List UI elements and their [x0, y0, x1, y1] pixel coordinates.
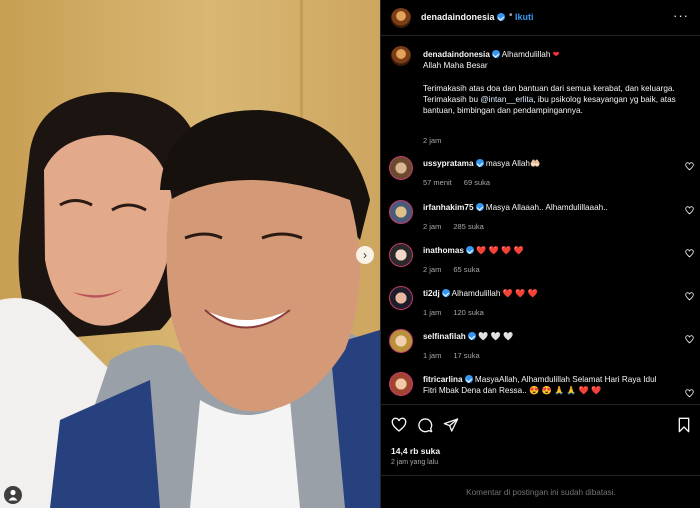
mention-link[interactable]: @intan__erlita: [480, 95, 533, 104]
share-icon[interactable]: [443, 417, 459, 433]
tag-user-icon[interactable]: [4, 486, 22, 504]
commenter-avatar[interactable]: [389, 156, 413, 180]
commenter-username[interactable]: ussypratama: [423, 159, 474, 168]
caption-username[interactable]: denadaindonesia: [423, 50, 490, 59]
verified-badge-icon: [465, 246, 474, 254]
comment-meta: 1 jam 17 suka: [423, 351, 480, 360]
comment-item: inathomas ❤️ ❤️ ❤️ ❤️ 2 jam 65 suka: [381, 243, 700, 279]
next-arrow-icon[interactable]: ›: [356, 246, 374, 264]
comments-closed-notice: Komentar di postingan ini sudah dibatasi…: [381, 475, 700, 508]
verified-badge-icon: [441, 289, 450, 297]
verified-badge-icon: [491, 50, 500, 58]
comment-text: ussypratama masya Allah🤲🏻: [423, 158, 671, 169]
comment-item: irfanhakim75 Masya Allaaah.. Alhamdulill…: [381, 200, 700, 236]
likes-count[interactable]: 14,4 rb suka: [391, 446, 440, 456]
comment-body: ❤️ ❤️ ❤️ ❤️: [476, 246, 524, 255]
comment-text: fitricarlina MasyaAllah, Alhamdulillah S…: [423, 374, 671, 396]
commenter-avatar[interactable]: [389, 200, 413, 224]
author-username[interactable]: denadaindonesia: [421, 12, 505, 22]
comment-icon[interactable]: [417, 417, 433, 433]
selfie-image: [0, 0, 380, 508]
comment-item: ti2dj Alhamdulillah ❤️ ❤️ ❤️ 1 jam 120 su…: [381, 286, 700, 322]
caption-line1: Alhamdulillah: [501, 50, 551, 59]
commenter-avatar[interactable]: [389, 372, 413, 396]
comment-text: irfanhakim75 Masya Allaaah.. Alhamdulill…: [423, 202, 671, 213]
comment-body: 🤍 🤍 🤍: [478, 332, 514, 341]
caption-avatar[interactable]: [391, 46, 411, 66]
comment-item: selfinafilah 🤍 🤍 🤍 1 jam 17 suka: [381, 329, 700, 365]
commenter-username[interactable]: ti2dj: [423, 289, 440, 298]
post-photo[interactable]: ›: [0, 0, 380, 508]
comment-meta: 1 jam 120 suka: [423, 308, 484, 317]
commenter-avatar[interactable]: [389, 329, 413, 353]
verified-badge-icon: [496, 13, 505, 21]
heart-outline-icon[interactable]: [685, 162, 694, 171]
posted-time: 2 jam yang lalu: [391, 459, 439, 466]
caption-text: denadaindonesia Alhamdulillah ❤ Allah Ma…: [423, 50, 676, 116]
verified-badge-icon: [467, 332, 476, 340]
header-separator: •: [509, 10, 513, 21]
heart-outline-icon[interactable]: [391, 417, 407, 433]
commenter-username[interactable]: selfinafilah: [423, 332, 466, 341]
post-actions: 14,4 rb suka 2 jam yang lalu Komentar di…: [381, 404, 700, 508]
caption-para1: Terimakasih atas doa dan bantuan dari se…: [423, 83, 675, 93]
comment-body: masya Allah🤲🏻: [485, 159, 541, 168]
verified-badge-icon: [475, 159, 484, 167]
heart-outline-icon[interactable]: [685, 249, 694, 258]
comment-body: Alhamdulillah ❤️ ❤️ ❤️: [451, 289, 538, 298]
commenter-username[interactable]: inathomas: [423, 246, 464, 255]
follow-button[interactable]: Ikuti: [515, 12, 534, 22]
comment-meta: 2 jam 285 suka: [423, 222, 484, 231]
verified-badge-icon: [475, 203, 484, 211]
commenter-avatar[interactable]: [389, 243, 413, 267]
caption-para2-start: Terimakasih bu: [423, 94, 481, 104]
comment-meta: 2 jam 65 suka: [423, 265, 480, 274]
heart-outline-icon[interactable]: [685, 335, 694, 344]
caption-line2: Allah Maha Besar: [423, 61, 488, 71]
heart-outline-icon[interactable]: [685, 389, 694, 398]
verified-badge-icon: [464, 375, 473, 383]
heart-outline-icon[interactable]: [685, 206, 694, 215]
commenter-username[interactable]: irfanhakim75: [423, 203, 474, 212]
commenter-username[interactable]: fitricarlina: [423, 375, 463, 384]
post-sidebar: denadaindonesia • Ikuti ··· denadaindone…: [380, 0, 700, 508]
post-header: denadaindonesia • Ikuti ···: [381, 0, 700, 36]
post-viewer: › denadaindonesia • Ikuti ··· denadaindo…: [0, 0, 700, 508]
comment-text: ti2dj Alhamdulillah ❤️ ❤️ ❤️: [423, 288, 671, 299]
commenter-avatar[interactable]: [389, 286, 413, 310]
comment-item: fitricarlina MasyaAllah, Alhamdulillah S…: [381, 372, 700, 408]
comment-meta: 57 menit 69 suka: [423, 178, 491, 187]
comment-body: Masya Allaaah.. Alhamdulillaaah..: [485, 203, 608, 212]
comment-text: selfinafilah 🤍 🤍 🤍: [423, 331, 671, 342]
caption-time: 2 jam: [423, 136, 442, 145]
comment-text: inathomas ❤️ ❤️ ❤️ ❤️: [423, 245, 671, 256]
author-avatar[interactable]: [391, 8, 411, 28]
more-icon[interactable]: ···: [673, 8, 689, 23]
heart-outline-icon[interactable]: [685, 292, 694, 301]
bookmark-icon[interactable]: [677, 417, 691, 433]
comment-item: ussypratama masya Allah🤲🏻 57 menit 69 suk…: [381, 156, 700, 192]
